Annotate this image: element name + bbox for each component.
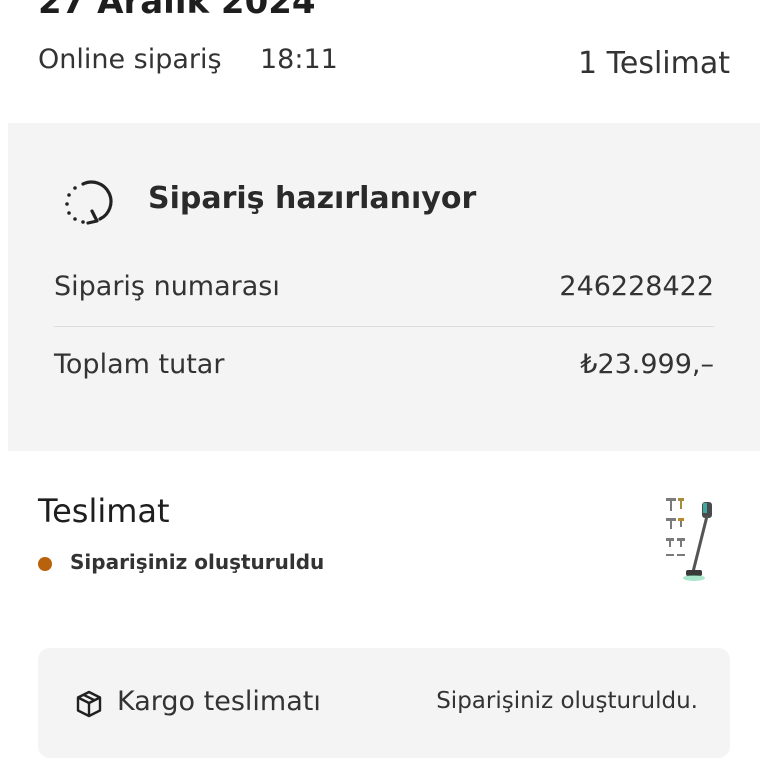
shipping-method: Kargo teslimatı <box>117 686 321 717</box>
order-preparing-spinner-icon <box>65 180 113 225</box>
order-detail-page: 27 Aralık 2024 Online sipariş 18:11 1 Te… <box>0 0 768 768</box>
package-box-icon <box>76 690 102 718</box>
status-dot <box>38 557 52 571</box>
delivery-section[interactable]: Teslimat Siparişiniz oluşturuldu <box>38 488 730 598</box>
product-thumbnail[interactable] <box>662 494 722 586</box>
order-date-heading: 27 Aralık 2024 <box>38 0 316 22</box>
order-time: 18:11 <box>260 44 338 75</box>
order-type-label: Online sipariş <box>38 44 222 75</box>
delivery-count: 1 Teslimat <box>578 46 730 81</box>
order-status-title: Sipariş hazırlanıyor <box>148 181 477 216</box>
order-status-header: Sipariş hazırlanıyor <box>58 175 718 231</box>
order-total-label: Toplam tutar <box>54 349 225 380</box>
order-number-label: Sipariş numarası <box>54 271 280 302</box>
divider <box>54 326 714 327</box>
shipping-card[interactable]: Kargo teslimatı Siparişiniz oluşturuldu. <box>38 648 730 758</box>
order-number-value: 246228422 <box>559 271 714 302</box>
order-total-value: ₺23.999,– <box>580 349 714 380</box>
delivery-title: Teslimat <box>38 492 170 530</box>
order-status-card: Sipariş hazırlanıyor Sipariş numarası 24… <box>8 123 760 451</box>
order-number-row: Sipariş numarası 246228422 <box>54 271 714 311</box>
shipping-status: Siparişiniz oluşturuldu. <box>436 688 698 714</box>
order-meta-row: Online sipariş 18:11 1 Teslimat <box>38 44 730 84</box>
delivery-status-text: Siparişiniz oluşturuldu <box>70 550 325 574</box>
order-total-row: Toplam tutar ₺23.999,– <box>54 349 714 389</box>
